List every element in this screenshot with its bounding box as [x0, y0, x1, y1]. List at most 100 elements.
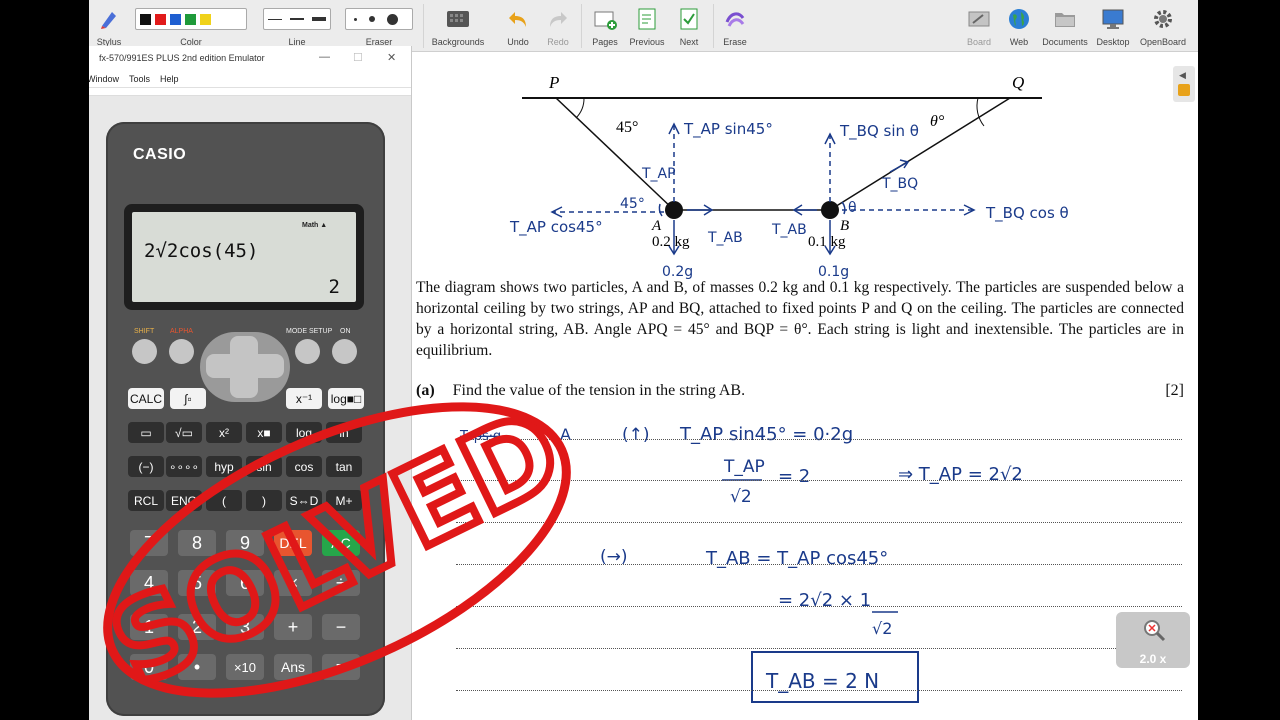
magnifier-icon — [1142, 618, 1166, 645]
string-ap — [555, 97, 675, 211]
openboard-toolbar: Stylus Color Line Eraser Backgrounds Und… — [89, 0, 1198, 52]
color-blue[interactable] — [170, 13, 181, 25]
ann-tab-a: T_AB — [707, 230, 743, 246]
redo-button[interactable]: Redo — [541, 2, 575, 50]
backgrounds-label: Backgrounds — [431, 37, 485, 47]
ann-tap: T_AP — [641, 166, 676, 182]
line-thick[interactable] — [312, 17, 326, 21]
alpha-key[interactable] — [169, 339, 194, 364]
label-q: Q — [1012, 73, 1024, 92]
ann-tap-sin: T_AP sin45° — [683, 120, 773, 139]
math-indicator: Math ▲ — [302, 222, 328, 229]
calculator-title: fx-570/991ES PLUS 2nd edition Emulator — [99, 53, 265, 63]
next-page-icon — [676, 6, 702, 32]
menu-tools[interactable]: Tools — [129, 74, 150, 84]
calculator-titlebar[interactable]: fx-570/991ES PLUS 2nd edition Emulator —… — [89, 46, 411, 70]
work-l2c: = 2 — [778, 466, 810, 487]
eraser-medium[interactable] — [369, 16, 375, 22]
erase-icon — [722, 6, 748, 32]
ann-tbq-sin: T_BQ sin θ — [839, 122, 919, 141]
part-label: (a) — [416, 382, 435, 399]
menu-window[interactable]: Window — [89, 74, 119, 84]
label-b: B — [840, 218, 849, 234]
board-button[interactable]: Board — [959, 2, 999, 50]
stamp-text: SOLVED — [93, 400, 580, 700]
previous-page-icon — [634, 6, 660, 32]
calculator-menubar: Window Tools Help — [89, 70, 411, 88]
previous-label: Previous — [629, 37, 665, 47]
chevron-left-icon: ◀ — [1179, 70, 1186, 80]
line-tool[interactable]: Line — [261, 2, 333, 50]
eraser-large[interactable] — [387, 13, 398, 25]
erase-button[interactable]: Erase — [717, 2, 753, 50]
mode-key[interactable] — [295, 339, 320, 364]
openboard-label: OpenBoard — [1139, 37, 1187, 47]
redo-icon — [545, 6, 571, 32]
color-black[interactable] — [140, 13, 151, 25]
documents-button[interactable]: Documents — [1039, 2, 1091, 50]
line-widths — [263, 8, 331, 30]
replay-dpad[interactable] — [200, 332, 290, 402]
minimize-icon[interactable]: — — [319, 51, 330, 63]
part-prompt: Find the value of the tension in the str… — [452, 382, 746, 399]
display-expression: 2√2cos(45) — [144, 240, 259, 262]
color-swatches — [135, 8, 247, 30]
stylus-tool[interactable]: Stylus — [93, 2, 125, 50]
eraser-tool[interactable]: Eraser — [343, 2, 415, 50]
board-icon — [966, 6, 992, 32]
work-l2d: ⇒ T_AP = 2√2 — [898, 464, 1023, 485]
desktop-button[interactable]: Desktop — [1093, 2, 1133, 50]
openboard-menu-button[interactable]: OpenBoard — [1135, 2, 1191, 50]
label-angle-q: θ° — [930, 113, 945, 130]
library-icon — [1178, 84, 1190, 96]
mode-caption: MODE SETUP — [286, 328, 333, 335]
color-yellow[interactable] — [200, 13, 211, 25]
close-icon[interactable]: ✕ — [387, 51, 396, 64]
menu-help[interactable]: Help — [160, 74, 179, 84]
label-p: P — [548, 73, 559, 92]
particle-a — [665, 201, 683, 219]
backgrounds-icon — [445, 6, 471, 32]
angle-arc-p — [575, 97, 585, 119]
undo-button[interactable]: Undo — [501, 2, 535, 50]
ann-tbq: T_BQ — [881, 176, 918, 192]
web-button[interactable]: Web — [1001, 2, 1037, 50]
desktop-label: Desktop — [1096, 37, 1130, 47]
ann-45: 45° — [620, 196, 645, 212]
alpha-caption: ALPHA — [170, 328, 193, 335]
monitor-icon — [1100, 6, 1126, 32]
label-angle-p: 45° — [616, 119, 638, 136]
on-key[interactable] — [332, 339, 357, 364]
shift-caption: SHIFT — [134, 328, 155, 335]
add-page-icon — [592, 6, 618, 32]
backgrounds-button[interactable]: Backgrounds — [429, 2, 487, 50]
particle-b — [821, 201, 839, 219]
on-caption: ON — [340, 328, 351, 335]
color-tool[interactable]: Color — [133, 2, 249, 50]
color-green[interactable] — [185, 13, 196, 25]
ann-tap-cos: T_AP cos45° — [509, 218, 603, 237]
line-thin[interactable] — [268, 18, 282, 20]
previous-button[interactable]: Previous — [625, 2, 669, 50]
redo-label: Redo — [547, 37, 569, 47]
next-button[interactable]: Next — [671, 2, 707, 50]
angle-arc-q — [976, 97, 985, 127]
pages-button[interactable]: Pages — [587, 2, 623, 50]
maximize-icon[interactable]: ☐ — [353, 51, 363, 64]
label-a: A — [651, 218, 662, 234]
work-l4b: √2 — [872, 619, 892, 638]
shift-key[interactable] — [132, 339, 157, 364]
color-red[interactable] — [155, 13, 166, 25]
side-panel-toggle[interactable]: ◀ — [1173, 66, 1195, 102]
gear-icon — [1150, 6, 1176, 32]
work-l1: T_AP sin45° = 0·2g — [679, 424, 853, 445]
ann-tab-b: T_AB — [771, 222, 807, 238]
screen: Stylus Color Line Eraser Backgrounds Und… — [89, 0, 1198, 720]
line-medium[interactable] — [290, 18, 304, 20]
string-bq — [829, 97, 1011, 211]
undo-icon — [505, 6, 531, 32]
eraser-small[interactable] — [354, 17, 357, 21]
zoom-widget[interactable]: 2.0 x — [1116, 612, 1190, 668]
zoom-level: 2.0 x — [1139, 652, 1167, 666]
work-l1-dir: (↑) — [622, 425, 650, 445]
